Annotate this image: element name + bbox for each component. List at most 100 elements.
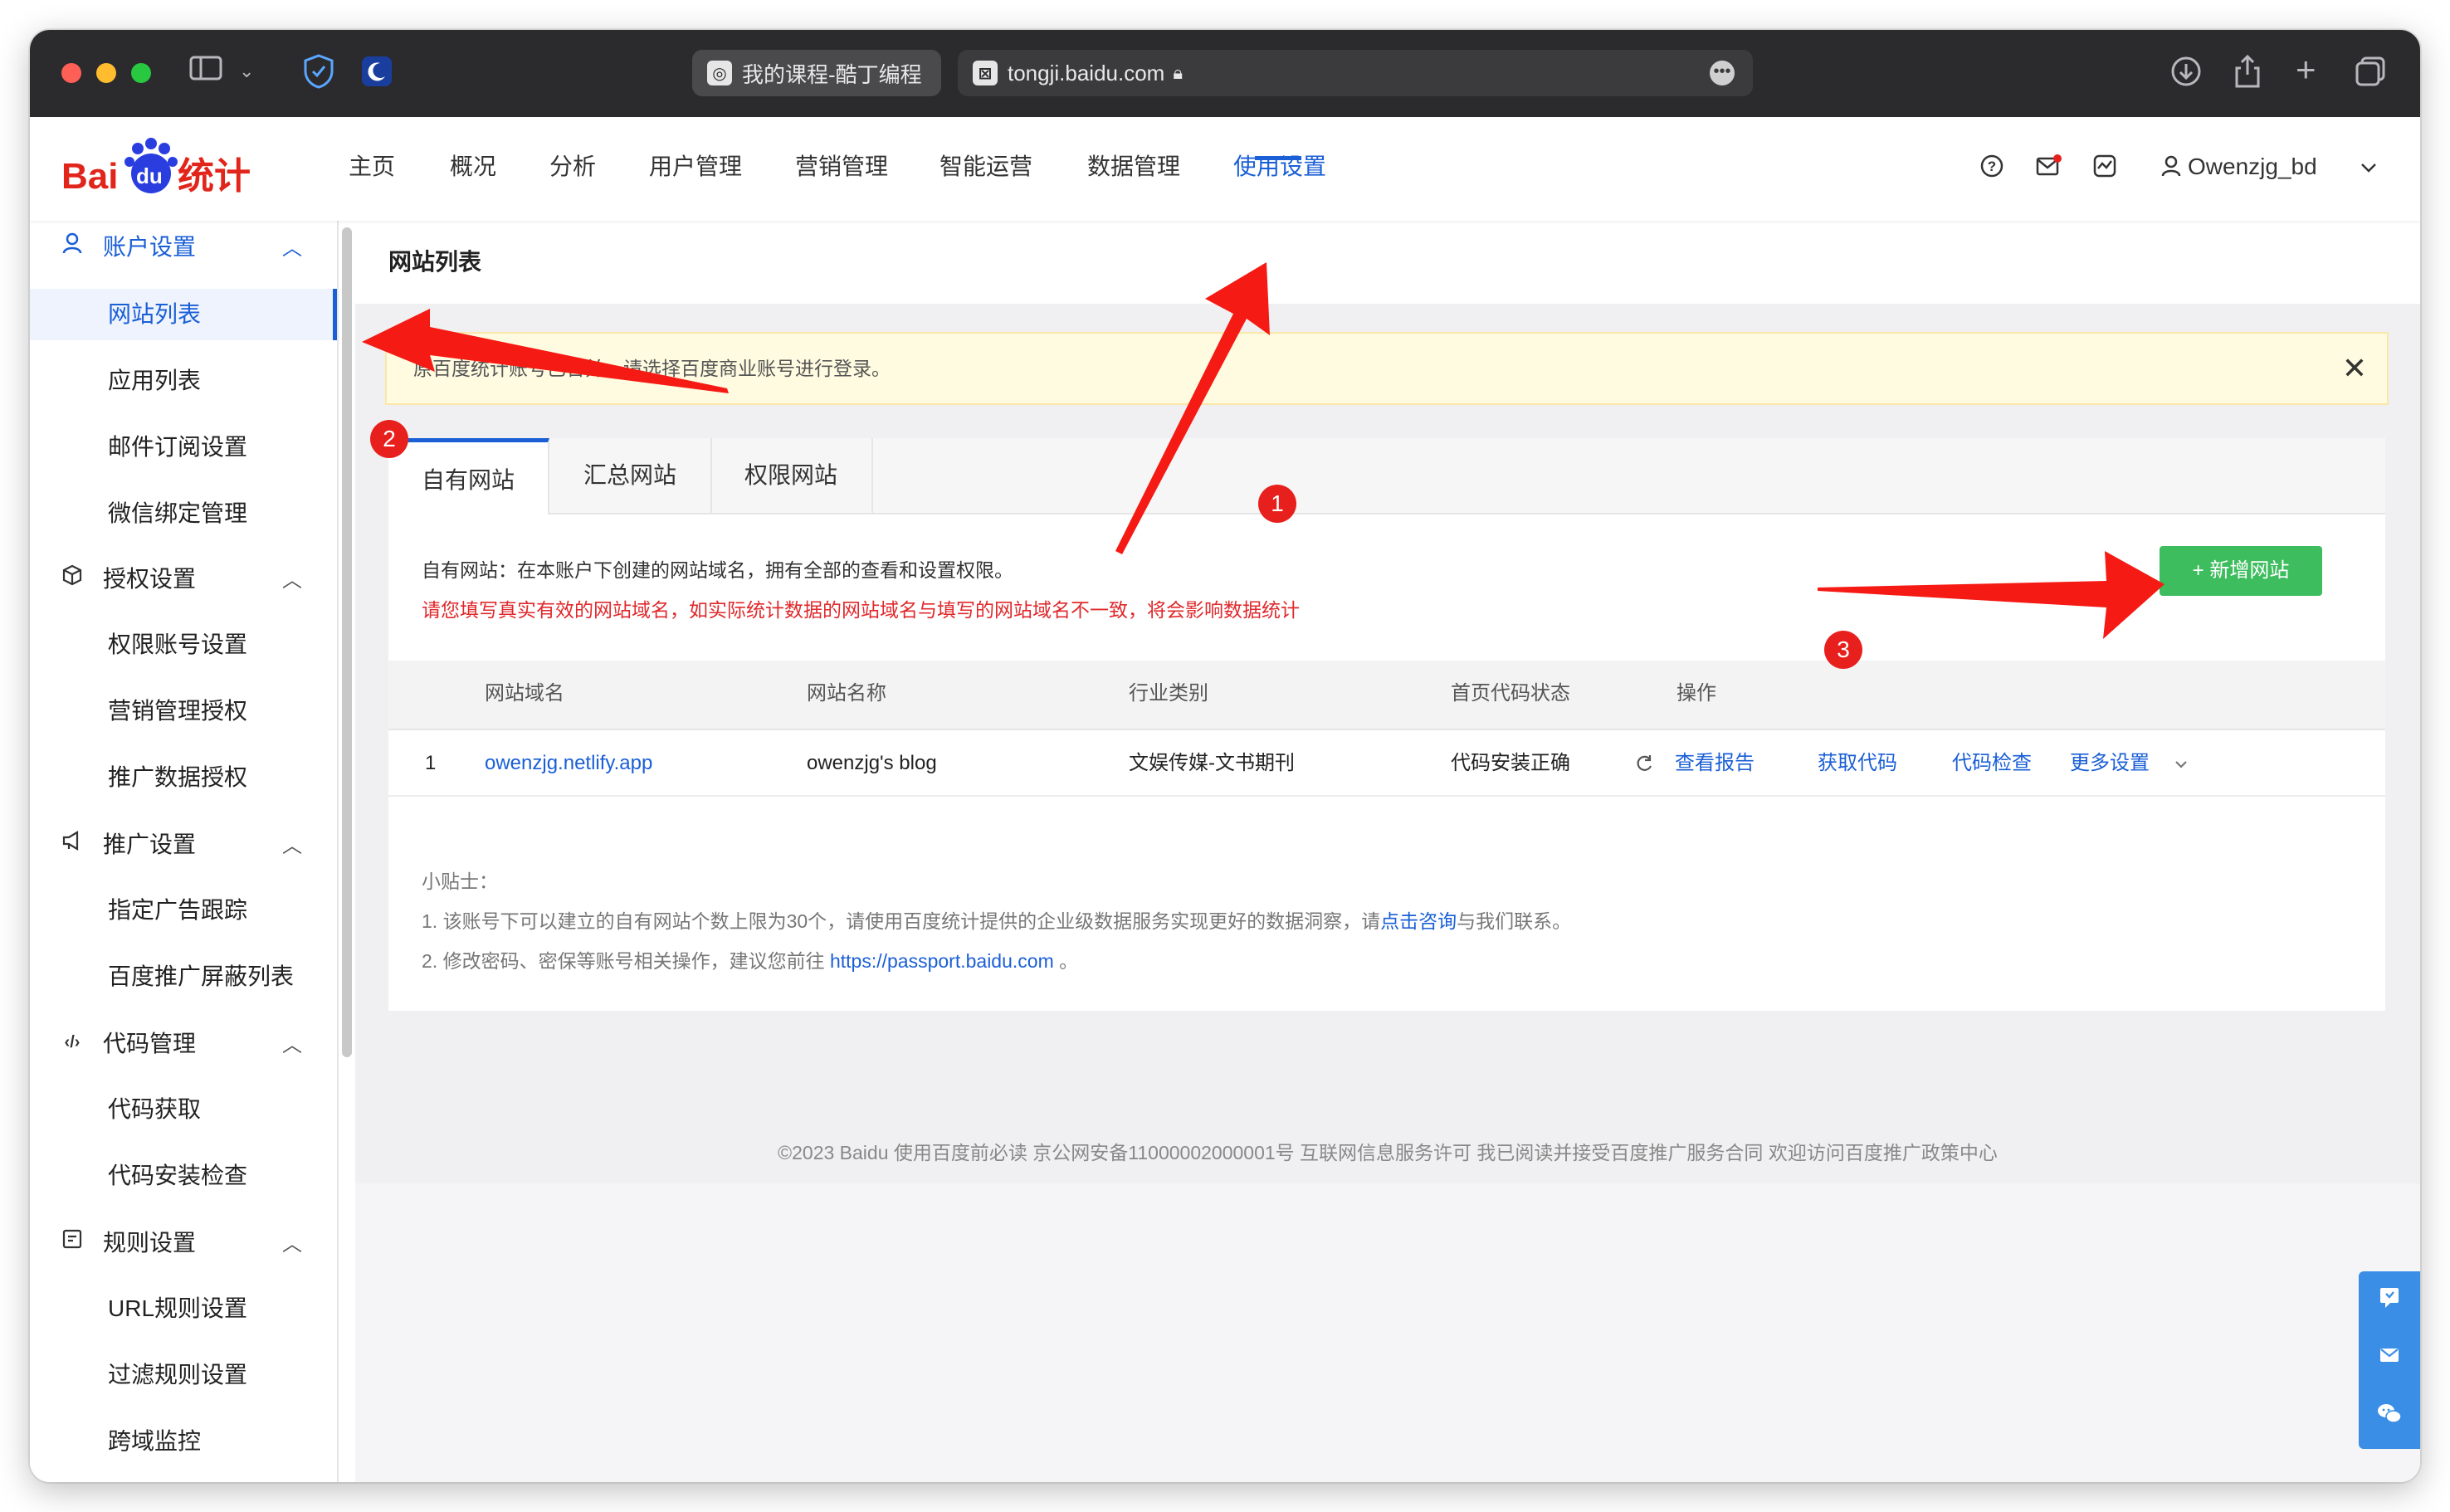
sidebar-item-promo-data-auth[interactable]: 推广数据授权: [30, 752, 337, 803]
wechat-icon[interactable]: [2359, 1389, 2420, 1447]
code-status: 代码安装正确: [1451, 752, 1570, 774]
sidebar-item-filter-rules[interactable]: 过滤规则设置: [30, 1349, 337, 1401]
tip-2: 2. 修改密码、密保等账号相关操作，建议您前往 https://passport…: [422, 941, 1571, 981]
sidebar-group-account[interactable]: 账户设置 ︿: [30, 221, 337, 271]
sidebar-item-mail-subscription[interactable]: 邮件订阅设置: [30, 422, 337, 473]
share-icon[interactable]: [2233, 53, 2262, 97]
help-icon[interactable]: ?: [1977, 154, 2007, 183]
site-panel: 自有网站 汇总网站 权限网站 自有网站：在本账户下创建的网站域名，拥有全部的查看…: [388, 438, 2385, 1011]
zoom-window-button[interactable]: [131, 63, 151, 83]
address-bar[interactable]: ⊠ tongji.baidu.com 🔒︎ •••: [958, 50, 1753, 96]
shield-icon[interactable]: [302, 53, 335, 97]
svg-text:?: ?: [1988, 159, 1996, 174]
sidebar-item-wechat-binding[interactable]: 微信绑定管理: [30, 488, 337, 539]
tab-summary-sites[interactable]: 汇总网站: [549, 438, 712, 513]
svg-text:统计: 统计: [178, 155, 251, 198]
code-check-link[interactable]: 代码检查: [1952, 730, 2032, 797]
sidebar-group-label: 账户设置: [103, 234, 197, 260]
col-site-name: 网站名称: [807, 682, 886, 705]
tab-permission-sites[interactable]: 权限网站: [710, 438, 873, 513]
sidebar-item-promo-blocklist[interactable]: 百度推广屏蔽列表: [30, 951, 337, 1002]
lock-icon: 🔒︎: [1173, 62, 1184, 83]
sidebar-group-label: 推广设置: [103, 832, 197, 857]
user-menu-chevron-icon[interactable]: [2354, 154, 2384, 183]
download-icon[interactable]: [2169, 55, 2203, 95]
analytics-app-icon[interactable]: [2090, 154, 2120, 183]
message-icon[interactable]: [2033, 154, 2063, 183]
col-actions: 操作: [1676, 682, 1716, 705]
view-report-link[interactable]: 查看报告: [1675, 730, 1755, 797]
sidebar-item-cross-domain[interactable]: 跨域监控: [30, 1416, 337, 1467]
sidebar-item-marketing-auth[interactable]: 营销管理授权: [30, 685, 337, 737]
browser-tab-course[interactable]: ◎ 我的课程-酷丁编程: [692, 50, 941, 96]
sidebar-group-promotion[interactable]: 推广设置 ︿: [30, 818, 337, 868]
sidebar-group-rules[interactable]: 规则设置 ︿: [30, 1217, 337, 1266]
sidebar-item-permission-accounts[interactable]: 权限账号设置: [30, 619, 337, 671]
consult-link[interactable]: 点击咨询: [1380, 910, 1457, 932]
user-icon: [60, 232, 85, 261]
table-row: 1 owenzjg.netlify.app owenzjg's blog 文娱传…: [388, 730, 2385, 797]
add-site-button[interactable]: + 新增网站: [2160, 546, 2322, 596]
browser-window: ⌄ ◎ 我的课程-酷丁编程 ⊠ tongji.baidu.com 🔒︎ ••• …: [30, 30, 2420, 1482]
feedback-icon[interactable]: [2359, 1273, 2420, 1331]
app-header: Bai du 统计 主页 概况 分析 用户管理 营销管理 智能运营 数据管理 使…: [30, 117, 2420, 221]
site-favicon-icon: ⊠: [973, 61, 998, 85]
nav-home[interactable]: 主页: [349, 150, 395, 183]
sidebar-group-code[interactable]: ‹/› 代码管理 ︿: [30, 1017, 337, 1067]
nav-smart-ops[interactable]: 智能运营: [939, 150, 1032, 183]
annotation-badge-2: 2: [370, 420, 408, 458]
nav-settings[interactable]: 使用设置: [1233, 150, 1326, 183]
tab-own-sites[interactable]: 自有网站: [388, 438, 549, 515]
tab-overview-icon[interactable]: [2354, 55, 2387, 95]
username[interactable]: Owenzjg_bd: [2188, 150, 2317, 183]
chevron-up-icon: ︿: [282, 1232, 302, 1256]
passport-link[interactable]: https://passport.baidu.com: [830, 950, 1054, 972]
minimize-window-button[interactable]: [96, 63, 116, 83]
empty-area: [355, 1183, 2420, 1482]
user-avatar-icon[interactable]: [2156, 154, 2186, 183]
site-domain-link[interactable]: owenzjg.netlify.app: [485, 730, 652, 797]
row-index: 1: [425, 752, 437, 774]
tip-1-suffix: 与我们联系。: [1457, 910, 1572, 932]
extension-icon[interactable]: [360, 55, 393, 95]
chevron-up-icon: ︿: [282, 834, 302, 857]
sidebar-item-url-rules[interactable]: URL规则设置: [30, 1283, 337, 1334]
main-content: 网站列表 原百度统计账号已合并，请选择百度商业账号进行登录。 ✕ 自有网站 汇总…: [355, 221, 2420, 1482]
sidebar-item-get-code[interactable]: 代码获取: [30, 1084, 337, 1135]
new-tab-icon[interactable]: +: [2296, 52, 2316, 87]
notice-text: 原百度统计账号已合并，请选择百度商业账号进行登录。: [413, 358, 891, 379]
nav-data-management[interactable]: 数据管理: [1087, 150, 1180, 183]
annotation-badge-3: 3: [1824, 631, 1862, 669]
active-nav-indicator: [1255, 156, 1301, 160]
nav-overview[interactable]: 概况: [450, 150, 496, 183]
nav-user-management[interactable]: 用户管理: [649, 150, 742, 183]
chevron-down-icon[interactable]: [2171, 732, 2191, 822]
browser-toolbar: ⌄ ◎ 我的课程-酷丁编程 ⊠ tongji.baidu.com 🔒︎ ••• …: [30, 30, 2420, 117]
cube-icon: [60, 563, 85, 593]
svg-text:du: du: [136, 163, 163, 188]
svg-text:Bai: Bai: [61, 156, 118, 197]
nav-marketing[interactable]: 营销管理: [795, 150, 888, 183]
sidebar-item-site-list[interactable]: 网站列表: [30, 289, 337, 340]
own-sites-description: 自有网站：在本账户下创建的网站域名，拥有全部的查看和设置权限。: [422, 559, 1013, 581]
rules-icon: [60, 1228, 85, 1256]
nav-analysis[interactable]: 分析: [549, 150, 596, 183]
sidebar-toggle-icon[interactable]: [189, 55, 222, 89]
get-code-link[interactable]: 获取代码: [1818, 730, 1897, 797]
code-icon: ‹/›: [64, 1032, 81, 1051]
col-code-status: 首页代码状态: [1451, 682, 1570, 705]
sidebar-group-authorization[interactable]: 授权设置 ︿: [30, 553, 337, 602]
refresh-icon[interactable]: [1633, 732, 1655, 822]
close-window-button[interactable]: [61, 63, 81, 83]
chevron-down-icon[interactable]: ⌄: [239, 55, 254, 88]
sidebar-scrollbar[interactable]: [342, 227, 352, 1057]
baidu-tongji-logo[interactable]: Bai du 统计: [61, 137, 269, 203]
tip-1: 1. 该账号下可以建立的自有网站个数上限为30个，请使用百度统计提供的企业级数据…: [422, 901, 1571, 941]
sidebar-item-app-list[interactable]: 应用列表: [30, 355, 337, 407]
sidebar-item-code-check[interactable]: 代码安装检查: [30, 1150, 337, 1202]
mail-icon[interactable]: [2359, 1331, 2420, 1389]
sidebar-item-ad-tracking[interactable]: 指定广告跟踪: [30, 885, 337, 936]
close-icon[interactable]: ✕: [2342, 334, 2367, 403]
more-options-icon[interactable]: •••: [1710, 61, 1735, 85]
more-settings-link[interactable]: 更多设置: [2070, 730, 2150, 797]
